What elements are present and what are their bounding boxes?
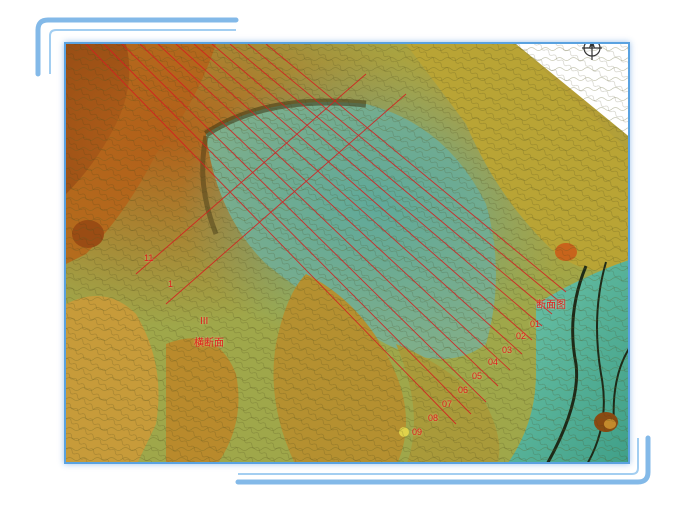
- profile-label-03: 03: [502, 345, 513, 355]
- profile-label-08: 08: [428, 413, 439, 423]
- profile-label-06: 06: [458, 385, 469, 395]
- section-label-right: 断面图: [536, 300, 566, 311]
- line-code-mid: 1: [168, 279, 174, 289]
- terrain-map-panel[interactable]: 01 02 03 04 05 06 07 08 09 断面图 III 横断面 1…: [64, 42, 630, 464]
- profile-label-02: 02: [516, 331, 527, 341]
- section-label-left-index: III: [200, 316, 209, 327]
- profile-label-04: 04: [488, 357, 499, 367]
- profile-label-07: 07: [442, 399, 453, 409]
- north-arrow-icon: [582, 44, 602, 60]
- profile-label-09: 09: [412, 427, 423, 437]
- line-code-top: 11: [144, 253, 154, 263]
- profile-label-05: 05: [472, 371, 483, 381]
- profile-label-01: 01: [530, 319, 541, 329]
- section-label-left: 横断面: [194, 338, 224, 349]
